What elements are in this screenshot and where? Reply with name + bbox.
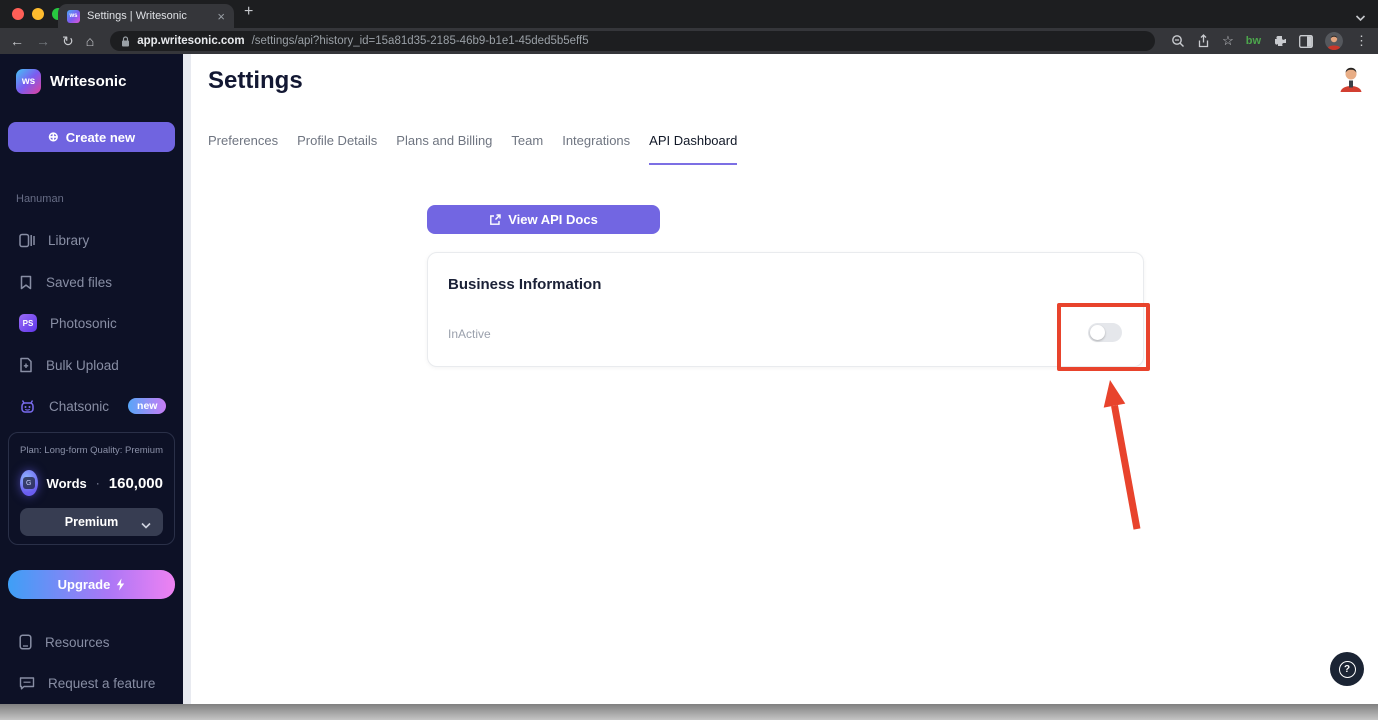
plan-tier-label: Premium bbox=[64, 515, 119, 529]
writesonic-logo[interactable]: ws Writesonic bbox=[16, 69, 126, 94]
browser-menu-icon[interactable]: ⋮ bbox=[1355, 33, 1368, 49]
window-controls bbox=[12, 8, 64, 20]
plus-circle-icon: ⊕ bbox=[47, 129, 59, 144]
plan-quality-label: Quality: Premium bbox=[90, 445, 163, 456]
workspace-label: Hanuman bbox=[16, 193, 64, 205]
chevron-down-icon bbox=[141, 518, 151, 532]
sidebar-item-label: Photosonic bbox=[50, 315, 117, 331]
sidebar-item-chatsonic[interactable]: Chatsonic new bbox=[0, 392, 183, 420]
tab-team[interactable]: Team bbox=[511, 133, 543, 165]
close-window-button[interactable] bbox=[12, 8, 24, 20]
writesonic-favicon: ws bbox=[67, 9, 80, 23]
chatsonic-robot-icon bbox=[21, 399, 34, 413]
main-content: Settings Preferences Profile Details Pla… bbox=[191, 54, 1378, 704]
plan-tier-dropdown[interactable]: Premium bbox=[20, 508, 163, 536]
upgrade-button[interactable]: Upgrade bbox=[8, 570, 175, 599]
lock-icon bbox=[122, 35, 130, 46]
tab-integrations[interactable]: Integrations bbox=[562, 133, 630, 165]
sidebar-item-library[interactable]: Library bbox=[0, 226, 183, 254]
lightning-bolt-icon bbox=[117, 578, 125, 591]
browser-tab-strip: ws Settings | Writesonic × + bbox=[0, 0, 1378, 28]
tab-api-dashboard[interactable]: API Dashboard bbox=[649, 133, 738, 165]
home-icon[interactable]: ⌂ bbox=[86, 34, 94, 48]
app-window: ws Writesonic ⊕ Create new Hanuman Libra… bbox=[0, 54, 1378, 704]
sidebar-item-bulk-upload[interactable]: Bulk Upload bbox=[0, 351, 183, 379]
words-count: 160,000 bbox=[108, 474, 163, 492]
screenshot-bottom-edge bbox=[0, 704, 1378, 720]
tab-plans-and-billing[interactable]: Plans and Billing bbox=[396, 133, 492, 165]
photosonic-icon: PS bbox=[19, 314, 37, 332]
scrollbar-gutter[interactable] bbox=[183, 54, 191, 704]
address-bar[interactable]: app.writesonic.com/settings/api?history_… bbox=[110, 31, 1156, 51]
sidebar-item-photosonic[interactable]: PS Photosonic bbox=[0, 309, 183, 337]
words-separator: · bbox=[95, 476, 100, 490]
sidebar: ws Writesonic ⊕ Create new Hanuman Libra… bbox=[0, 54, 183, 704]
bw-extension-icon[interactable]: bw bbox=[1246, 35, 1261, 47]
url-path: /settings/api?history_id=15a81d35-2185-4… bbox=[251, 35, 589, 47]
toggle-knob bbox=[1090, 325, 1105, 340]
toolbar-actions: ☆ bw ⋮ bbox=[1171, 32, 1368, 50]
browser-tab[interactable]: ws Settings | Writesonic × bbox=[58, 4, 234, 28]
sidebar-item-label: Saved files bbox=[46, 274, 113, 290]
screenshot-root: ws Settings | Writesonic × + ← → ↻ ⌂ app… bbox=[0, 0, 1378, 720]
business-information-card: Business Information InActive bbox=[427, 252, 1144, 367]
writesonic-logo-icon: ws bbox=[16, 69, 41, 94]
page-title: Settings bbox=[208, 67, 303, 94]
sidebar-item-saved-files[interactable]: Saved files bbox=[0, 268, 183, 296]
sidebar-item-label: Bulk Upload bbox=[46, 357, 119, 373]
side-panel-icon[interactable] bbox=[1299, 34, 1313, 48]
words-plan-icon: G bbox=[20, 470, 38, 496]
browser-toolbar: ← → ↻ ⌂ app.writesonic.com/settings/api?… bbox=[0, 28, 1378, 54]
sidebar-item-request-feature[interactable]: Request a feature bbox=[0, 669, 183, 697]
external-link-icon bbox=[490, 213, 501, 225]
create-new-button[interactable]: ⊕ Create new bbox=[8, 122, 175, 152]
library-icon bbox=[19, 233, 35, 247]
bookmark-star-icon[interactable]: ☆ bbox=[1222, 33, 1234, 49]
forward-icon[interactable]: → bbox=[36, 34, 50, 48]
writesonic-logo-text: Writesonic bbox=[50, 73, 127, 90]
tab-preferences[interactable]: Preferences bbox=[208, 133, 278, 165]
extensions-puzzle-icon[interactable] bbox=[1273, 34, 1287, 48]
resources-icon bbox=[19, 634, 32, 650]
zoom-search-icon[interactable] bbox=[1171, 34, 1185, 48]
tab-search-chevron-icon[interactable] bbox=[1355, 9, 1366, 27]
sidebar-item-resources[interactable]: Resources bbox=[0, 628, 183, 656]
bulk-upload-icon bbox=[20, 357, 32, 373]
share-icon[interactable] bbox=[1197, 34, 1210, 48]
create-new-label: Create new bbox=[65, 129, 136, 145]
url-domain: app.writesonic.com bbox=[137, 35, 245, 47]
tab-profile-details[interactable]: Profile Details bbox=[297, 133, 377, 165]
tab-close-icon[interactable]: × bbox=[217, 10, 225, 23]
settings-tabs: Preferences Profile Details Plans and Bi… bbox=[208, 133, 738, 165]
new-badge: new bbox=[128, 398, 167, 414]
status-label: InActive bbox=[448, 327, 491, 341]
card-title: Business Information bbox=[448, 276, 602, 293]
view-api-docs-button[interactable]: View API Docs bbox=[427, 205, 660, 234]
user-avatar[interactable] bbox=[1338, 65, 1364, 93]
new-tab-button[interactable]: + bbox=[244, 3, 253, 21]
question-mark-icon: ? bbox=[1338, 660, 1356, 678]
browser-profile-avatar[interactable] bbox=[1325, 32, 1343, 50]
api-active-toggle[interactable] bbox=[1088, 323, 1122, 342]
plan-card: Plan: Long-form Quality: Premium G Words… bbox=[8, 432, 175, 545]
help-button[interactable]: ? bbox=[1330, 652, 1364, 686]
sidebar-item-label: Chatsonic bbox=[49, 398, 110, 414]
chat-bubble-icon bbox=[19, 677, 35, 690]
upgrade-label: Upgrade bbox=[57, 577, 111, 592]
words-label: Words bbox=[46, 475, 87, 491]
sidebar-item-label: Resources bbox=[45, 634, 110, 650]
sidebar-item-label: Request a feature bbox=[48, 675, 156, 691]
minimize-window-button[interactable] bbox=[32, 8, 44, 20]
back-icon[interactable]: ← bbox=[10, 34, 24, 48]
bookmark-icon bbox=[20, 275, 32, 289]
tab-title: Settings | Writesonic bbox=[87, 10, 187, 22]
reload-icon[interactable]: ↻ bbox=[62, 34, 74, 48]
plan-type-label: Plan: Long-form bbox=[20, 445, 88, 456]
sidebar-item-label: Library bbox=[48, 232, 90, 248]
view-api-docs-label: View API Docs bbox=[508, 212, 598, 227]
